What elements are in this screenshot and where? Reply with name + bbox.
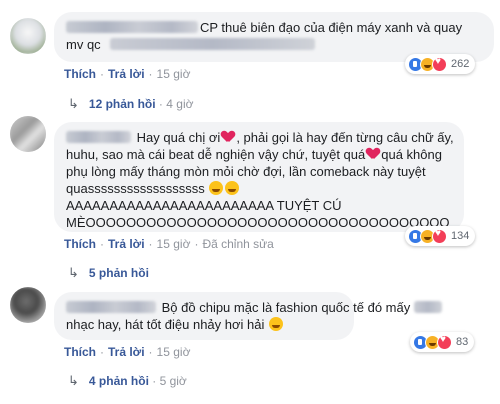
replies-count[interactable]: 4 phản hồi: [89, 374, 149, 388]
author-name-hidden[interactable]: [66, 301, 156, 313]
comment-text: , phải gọi là hay đến từng câu chữ ấy,: [236, 130, 454, 145]
hidden-word: [413, 301, 442, 313]
comment-actions: Thích · Trả lời · 15 giờ · Đã chỉnh sửa: [64, 237, 274, 251]
heart-emoji-icon: [367, 148, 379, 160]
reaction-summary[interactable]: 262: [405, 54, 476, 74]
comment-text: MÈOOOOOOOOOOOOOOOOOOOOOOOOOOOOOOOOOOOO: [66, 215, 450, 230]
replies-time: 5 giờ: [159, 374, 187, 388]
love-icon: [432, 56, 447, 72]
comment-actions: Thích · Trả lời · 15 giờ: [64, 345, 191, 359]
comment-bubble: Hay quá chị ơi , phải gọi là hay đến từng…: [54, 122, 464, 232]
comment-text-line2: nhạc hay, hát tốt điệu nhảy hơi hải: [66, 317, 265, 332]
comment-text: CP thuê biên đạo của điện máy xanh và qu…: [200, 20, 463, 35]
comment-text: AAAAAAAAAAAAAAAAAAAAAAAA TUYỆT CÚ: [66, 198, 342, 213]
reply-arrow-icon: ↳: [68, 373, 79, 388]
hidden-link: [110, 38, 316, 50]
author-name-hidden[interactable]: [66, 21, 198, 33]
timestamp[interactable]: 15 giờ: [157, 345, 191, 359]
reply-link[interactable]: Trả lời: [108, 67, 145, 81]
comment-text: Bộ đồ chipu mặc là fashion quốc tế đó mấ…: [161, 300, 411, 315]
replies-link[interactable]: ↳ 5 phản hồi: [68, 265, 149, 281]
comment-text: huhu, sao mà cái beat dễ nghiện vậy chứ,…: [66, 147, 366, 162]
reply-link[interactable]: Trả lời: [108, 237, 145, 251]
reply-link[interactable]: Trả lời: [108, 345, 145, 359]
reply-arrow-icon: ↳: [68, 96, 79, 111]
like-link[interactable]: Thích: [64, 345, 96, 359]
edited-label[interactable]: Đã chỉnh sửa: [202, 237, 273, 251]
reaction-summary[interactable]: 83: [410, 332, 475, 352]
comment-actions: Thích · Trả lời · 15 giờ: [64, 67, 191, 81]
reaction-count: 262: [451, 58, 470, 70]
love-icon: [437, 334, 452, 350]
avatar[interactable]: [10, 287, 46, 323]
replies-time: 4 giờ: [166, 97, 194, 111]
reply-arrow-icon: ↳: [68, 265, 79, 280]
reaction-summary[interactable]: 134: [405, 226, 476, 246]
avatar[interactable]: [10, 116, 46, 152]
like-link[interactable]: Thích: [64, 67, 96, 81]
comment-bubble: Bộ đồ chipu mặc là fashion quốc tế đó mấ…: [54, 292, 442, 340]
replies-link[interactable]: ↳ 4 phản hồi · 5 giờ: [68, 373, 187, 389]
like-link[interactable]: Thích: [64, 237, 96, 251]
replies-count[interactable]: 5 phản hồi: [89, 266, 149, 280]
comment-text: quassssssssssssssssss: [66, 181, 205, 196]
reaction-count: 83: [456, 336, 469, 348]
love-icon: [432, 228, 447, 244]
avatar[interactable]: [10, 18, 46, 54]
comment-text: quá không: [381, 147, 442, 162]
smiley-emoji-icon: [269, 317, 283, 331]
replies-count[interactable]: 12 phản hồi: [89, 97, 156, 111]
comment-text: phụ lòng mấy tháng mòn mỏi chờ đợi, lần …: [66, 164, 426, 179]
comment-text: Hay quá chị ơi: [136, 130, 221, 145]
heart-emoji-icon: [222, 131, 234, 143]
author-name-hidden[interactable]: [66, 131, 131, 143]
reaction-count: 134: [451, 230, 470, 242]
grinning-sweat-emoji-icon: [209, 181, 224, 195]
timestamp[interactable]: 15 giờ: [157, 237, 191, 251]
heart-eyes-emoji-icon: [225, 181, 240, 195]
replies-link[interactable]: ↳ 12 phản hồi · 4 giờ: [68, 96, 193, 112]
timestamp[interactable]: 15 giờ: [157, 67, 191, 81]
comment-text-line2: mv qc: [66, 37, 101, 52]
